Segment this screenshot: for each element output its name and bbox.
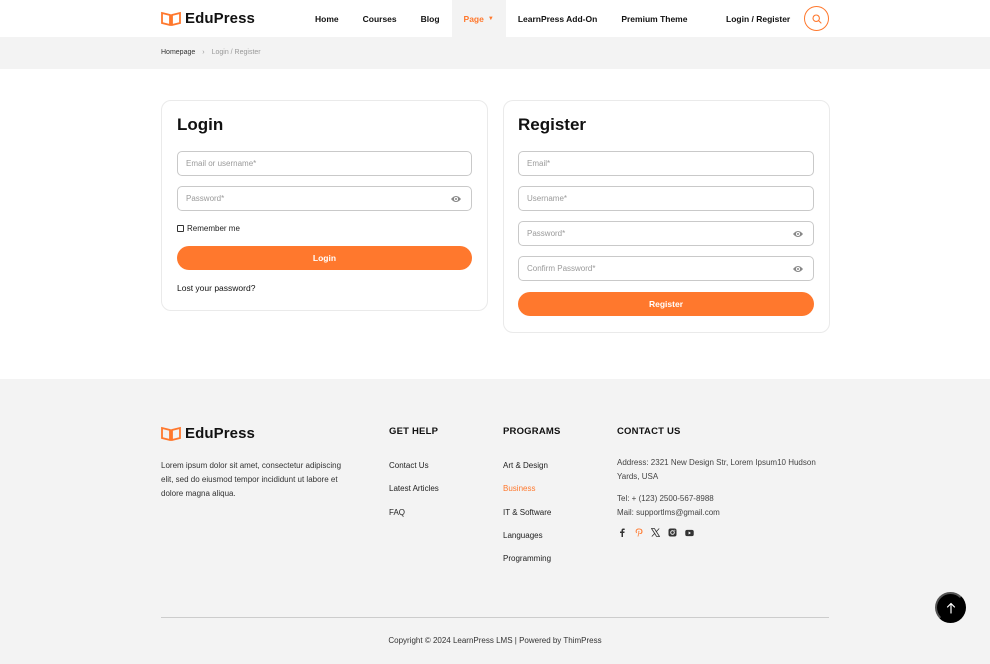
footer-link-programming[interactable]: Programming <box>503 554 551 577</box>
footer-link-languages[interactable]: Languages <box>503 531 551 554</box>
breadcrumb: Homepage › Login / Register <box>161 49 261 56</box>
nav-home[interactable]: Home <box>303 0 351 37</box>
remember-me-checkbox[interactable] <box>177 225 184 232</box>
footer-logo[interactable]: EduPress <box>161 425 255 442</box>
nav-page[interactable]: Page ▼ <box>451 0 506 37</box>
footer-address: Address: 2321 New Design Str, Lorem Ipsu… <box>617 458 816 481</box>
breadcrumb-separator-icon: › <box>202 49 205 56</box>
footer-contact-heading: CONTACT US <box>617 426 681 437</box>
register-password-input[interactable] <box>519 222 813 245</box>
login-password-field <box>177 186 472 211</box>
breadcrumb-current: Login / Register <box>211 49 261 56</box>
footer-programs-heading: PROGRAMS <box>503 426 561 437</box>
search-button[interactable] <box>804 6 829 31</box>
register-password-field <box>518 221 814 246</box>
footer-contact-info: Address: 2321 New Design Str, Lorem Ipsu… <box>617 456 832 520</box>
login-title: Login <box>177 115 224 134</box>
eye-icon[interactable] <box>792 264 804 274</box>
remember-me-label: Remember me <box>187 224 240 233</box>
instagram-icon[interactable] <box>668 528 677 537</box>
site-header: EduPress Home Courses Blog Page ▼ LearnP… <box>0 0 990 37</box>
footer-logo-text: EduPress <box>185 425 255 442</box>
arrow-up-icon <box>946 602 955 614</box>
book-logo-icon <box>161 426 181 441</box>
login-button[interactable]: Login <box>177 246 472 270</box>
social-links <box>617 528 694 537</box>
lost-password-link[interactable]: Lost your password? <box>177 283 255 293</box>
footer-link-art-design[interactable]: Art & Design <box>503 461 551 484</box>
footer-divider <box>161 617 829 618</box>
back-to-top-button[interactable] <box>935 592 966 623</box>
register-username-input[interactable] <box>519 187 813 210</box>
search-icon <box>811 13 822 24</box>
nav-page-label: Page <box>463 13 484 24</box>
nav-blog[interactable]: Blog <box>409 0 452 37</box>
register-username-field <box>518 186 814 211</box>
footer-programs-list: Art & Design Business IT & Software Lang… <box>503 461 551 577</box>
login-username-field <box>177 151 472 176</box>
chevron-down-icon: ▼ <box>487 15 494 22</box>
nav-premium-theme[interactable]: Premium Theme <box>609 0 699 37</box>
site-logo[interactable]: EduPress <box>161 10 255 27</box>
facebook-icon[interactable] <box>617 528 626 537</box>
register-email-input[interactable] <box>519 152 813 175</box>
main-nav: Home Courses Blog Page ▼ LearnPress Add-… <box>303 0 699 37</box>
eye-icon[interactable] <box>792 229 804 239</box>
footer-link-contact-us[interactable]: Contact Us <box>389 461 439 484</box>
logo-text: EduPress <box>185 10 255 27</box>
nav-learnpress-addon[interactable]: LearnPress Add-On <box>506 0 610 37</box>
breadcrumb-bar: Homepage › Login / Register <box>0 37 990 69</box>
footer-link-latest-articles[interactable]: Latest Articles <box>389 484 439 507</box>
remember-me[interactable]: Remember me <box>177 224 240 233</box>
footer-get-help-list: Contact Us Latest Articles FAQ <box>389 461 439 531</box>
footer-link-business[interactable]: Business <box>503 484 551 507</box>
footer-link-faq[interactable]: FAQ <box>389 508 439 531</box>
footer-about-text: Lorem ipsum dolor sit amet, consectetur … <box>161 461 342 498</box>
login-register-link[interactable]: Login / Register <box>726 14 790 24</box>
register-confirm-password-input[interactable] <box>519 257 813 280</box>
eye-icon[interactable] <box>450 194 462 204</box>
x-icon[interactable] <box>651 528 660 537</box>
breadcrumb-home[interactable]: Homepage <box>161 49 195 56</box>
pinterest-icon[interactable] <box>634 528 643 537</box>
copyright-text: Copyright © 2024 LearnPress LMS | Powere… <box>388 636 602 645</box>
footer-tel: Tel: + (123) 2500-567-8988 <box>617 494 714 503</box>
footer-get-help-heading: GET HELP <box>389 426 439 437</box>
site-footer <box>0 379 990 664</box>
footer-mail: Mail: supportlms@gmail.com <box>617 508 720 517</box>
footer-link-it-software[interactable]: IT & Software <box>503 508 551 531</box>
login-username-input[interactable] <box>178 152 471 175</box>
register-confirm-password-field <box>518 256 814 281</box>
book-logo-icon <box>161 11 181 26</box>
register-button[interactable]: Register <box>518 292 814 316</box>
nav-courses[interactable]: Courses <box>351 0 409 37</box>
login-password-input[interactable] <box>178 187 471 210</box>
youtube-icon[interactable] <box>685 528 694 537</box>
register-email-field <box>518 151 814 176</box>
register-title: Register <box>518 115 587 134</box>
